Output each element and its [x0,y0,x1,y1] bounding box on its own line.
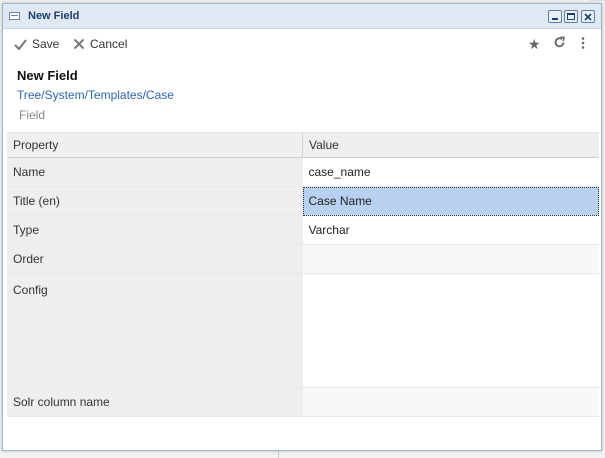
reload-icon[interactable] [553,36,566,52]
grid-row-order[interactable]: Order [7,244,599,274]
cancel-label: Cancel [90,37,128,51]
object-header: New Field Tree/System/Templates/Case Fie… [17,68,174,122]
cancel-button[interactable]: Cancel [73,37,127,51]
property-cell: Solr column name [7,387,303,417]
property-cell: Type [7,215,303,245]
value-cell[interactable]: case_name [302,157,599,187]
checkmark-icon [14,38,27,50]
grid-row-title[interactable]: Title (en) Case Name [7,186,599,216]
window-icon [9,12,20,20]
object-type: Field [19,108,46,122]
value-cell[interactable] [302,244,599,274]
object-title: New Field [17,68,78,83]
new-field-window: New Field Save Cancel ★ New Field Tree/S… [2,3,602,451]
grid-row-name[interactable]: Name case_name [7,157,599,187]
property-cell: Config [7,273,303,388]
close-icon [584,13,592,21]
window-titlebar[interactable]: New Field [3,4,601,29]
maximize-button[interactable] [564,10,578,23]
column-header-value[interactable]: Value [302,132,599,158]
property-cell: Name [7,157,303,187]
close-icon [73,38,85,50]
close-button[interactable] [581,10,595,23]
value-cell[interactable]: Varchar [302,215,599,245]
save-label: Save [32,37,60,51]
grid-row-type[interactable]: Type Varchar [7,215,599,245]
value-cell-selected[interactable]: Case Name [302,186,599,216]
star-icon[interactable]: ★ [528,36,541,53]
grid-row-config[interactable]: Config [7,273,599,388]
column-header-property[interactable]: Property [7,132,303,158]
property-grid: Property Value Name case_name Title (en)… [7,132,599,417]
minimize-button[interactable] [548,10,562,23]
window-title: New Field [28,10,80,22]
value-cell[interactable] [302,273,599,388]
grid-row-solr-column-name[interactable]: Solr column name [7,387,599,417]
property-cell: Order [7,244,303,274]
background-divider [590,0,605,1]
value-cell[interactable] [302,387,599,417]
more-vertical-icon[interactable] [581,36,585,52]
window-toolbar: Save Cancel ★ [3,30,601,56]
property-cell: Title (en) [7,186,303,216]
save-button[interactable]: Save [14,37,59,51]
object-path-link[interactable]: Tree/System/Templates/Case [17,88,174,102]
